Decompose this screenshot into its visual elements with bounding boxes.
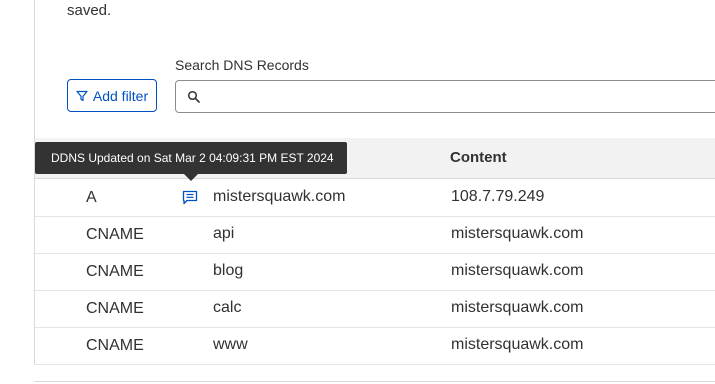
record-type: CNAME — [86, 263, 144, 280]
record-content: mistersquawk.com — [451, 299, 584, 316]
record-type: A — [86, 189, 97, 206]
add-filter-button[interactable]: Add filter — [67, 79, 157, 112]
table-row[interactable]: CNAME api mistersquawk.com — [35, 216, 715, 254]
record-content: 108.7.79.249 — [451, 188, 545, 205]
record-type: CNAME — [86, 300, 144, 317]
record-name: api — [213, 225, 235, 242]
record-type: CNAME — [86, 337, 144, 354]
record-name: mistersquawk.com — [213, 188, 346, 205]
dns-records-page: saved. Add filter Search DNS Records Con… — [0, 0, 715, 384]
column-header-content[interactable]: Content — [450, 149, 507, 166]
record-content: mistersquawk.com — [451, 225, 584, 242]
tooltip-arrow — [184, 174, 198, 181]
add-filter-label: Add filter — [92, 87, 149, 104]
search-icon — [187, 90, 201, 104]
comment-tooltip: DDNS Updated on Sat Mar 2 04:09:31 PM ES… — [35, 142, 347, 174]
intro-text: saved. — [67, 2, 112, 19]
table-row[interactable]: CNAME www mistersquawk.com — [35, 327, 715, 365]
search-label: Search DNS Records — [175, 57, 309, 73]
record-name: calc — [213, 299, 242, 316]
table-row[interactable]: CNAME blog mistersquawk.com — [35, 253, 715, 291]
record-content: mistersquawk.com — [451, 336, 584, 353]
record-name: blog — [213, 262, 244, 279]
table-row[interactable]: A mistersquawk.com 108.7.79.249 — [35, 179, 715, 217]
search-input[interactable] — [210, 83, 714, 112]
comment-icon[interactable] — [182, 190, 198, 205]
record-name: www — [213, 336, 248, 353]
search-box[interactable] — [175, 80, 715, 113]
table-row[interactable]: CNAME calc mistersquawk.com — [35, 290, 715, 328]
record-content: mistersquawk.com — [451, 262, 584, 279]
record-type: CNAME — [86, 226, 144, 243]
filter-icon — [76, 90, 88, 102]
